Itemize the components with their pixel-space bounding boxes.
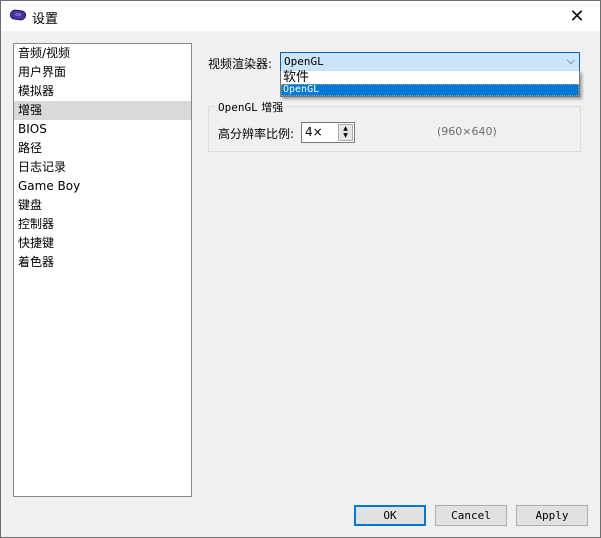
group-title-prefix: OpenGL (218, 101, 258, 114)
arrow-down-icon: ▼ (343, 132, 348, 140)
settings-dialog: 设置 ✕ 音频/视频 用户界面 模拟器 增强 BIOS 路径 日志记录 Game Boy 键盘控… (0, 0, 601, 538)
sidebar-item[interactable]: 路径 (14, 139, 191, 158)
sidebar-item[interactable]: 日志记录 (14, 158, 191, 177)
apply-button[interactable]: Apply (516, 505, 588, 526)
sidebar-item[interactable]: 增强 (14, 101, 191, 120)
dropdown-option-opengl[interactable]: OpenGL (281, 84, 579, 96)
video-renderer-value: OpenGL (284, 55, 324, 68)
close-button[interactable]: ✕ (554, 1, 600, 31)
close-icon: ✕ (569, 5, 585, 27)
sidebar-item[interactable]: BIOS (14, 120, 191, 139)
video-renderer-label: 视频渲染器: (208, 57, 273, 71)
cancel-button[interactable]: Cancel (435, 505, 507, 526)
title-bar: 设置 ✕ (1, 1, 600, 31)
dropdown-option-software[interactable]: 软件 (281, 71, 579, 84)
chevron-down-icon: ⌵ (566, 54, 575, 67)
spin-down-button[interactable]: ▼ (339, 133, 352, 141)
arrow-up-icon: ▲ (343, 124, 348, 132)
opengl-enhancements-title: OpenGL 增强 (215, 99, 287, 115)
hires-scale-value[interactable]: 4× (305, 125, 323, 139)
sidebar-item[interactable]: 模拟器 (14, 82, 191, 101)
settings-category-list[interactable]: 音频/视频 用户界面 模拟器 增强 BIOS 路径 日志记录 Game Boy 键盘 控制器 快捷键… (13, 43, 192, 497)
ok-button[interactable]: OK (354, 505, 426, 526)
sidebar-item[interactable]: 音频/视频 (14, 44, 191, 63)
video-renderer-dropdown-list: 软件 OpenGL (280, 71, 580, 97)
hires-scale-label: 高分辨率比例: (218, 127, 295, 141)
sidebar-item[interactable]: 键盘 (14, 196, 191, 215)
resolution-readout: (960×640) (437, 125, 497, 138)
video-renderer-combobox[interactable]: OpenGL ⌵ (280, 52, 580, 73)
sidebar-item[interactable]: Game Boy (14, 177, 191, 196)
hires-scale-spinbox[interactable]: 4× ▲ ▼ (301, 122, 355, 143)
group-title-suffix: 增强 (257, 101, 284, 114)
sidebar-item[interactable]: 用户界面 (14, 63, 191, 82)
sidebar-item[interactable]: 着色器 (14, 253, 191, 272)
gba-controller-icon (9, 8, 27, 22)
spin-buttons: ▲ ▼ (338, 124, 353, 141)
sidebar-item[interactable]: 快捷键 (14, 234, 191, 253)
sidebar-item[interactable]: 控制器 (14, 215, 191, 234)
window-title: 设置 (32, 12, 59, 27)
